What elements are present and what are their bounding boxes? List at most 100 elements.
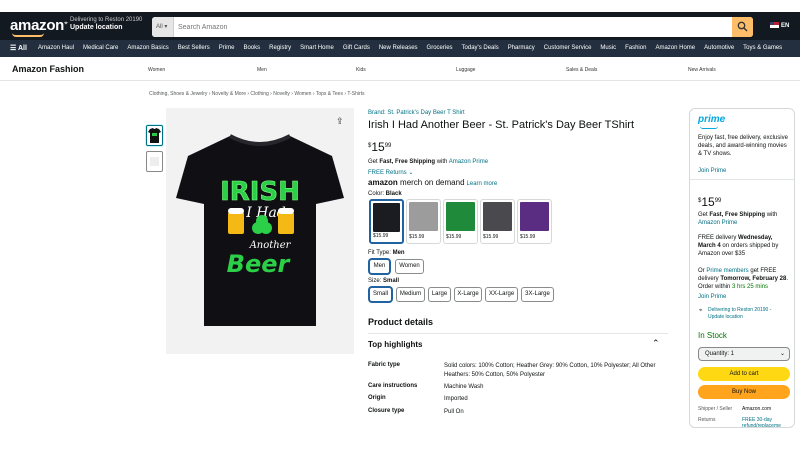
swatch-price: $15.99 [483,234,499,240]
attr-value: Pull On [444,409,464,415]
brand-link[interactable]: Brand: St. Patrick's Day Beer T Shirt [368,110,465,116]
learn-more-link[interactable]: Learn more [467,181,498,187]
subnav-item[interactable]: Gift Cards [343,45,370,51]
subnav-item[interactable]: Music [600,45,616,51]
us-flag-icon [770,22,779,28]
size-label: Size: Small [368,278,400,284]
thumbnail-2[interactable] [146,151,163,172]
prime-logo: prime [698,114,726,125]
image-thumb-icon [150,157,159,166]
join-prime-link[interactable]: Join Prime [698,167,790,175]
fashion-nav-sales[interactable]: Sales & Deals [566,67,597,73]
top-whitespace [0,0,800,12]
subnav-item[interactable]: Best Sellers [178,45,210,51]
fashion-nav-kids[interactable]: Kids [356,67,366,73]
deliver-to-link[interactable]: Delivering to Reston 20190 - Update loca… [708,307,788,321]
attr-key: Origin [368,395,386,401]
shipper-value: Amazon.com [742,406,772,412]
size-option-xxlarge[interactable]: XX-Large [485,287,518,302]
subnav-item[interactable]: New Releases [379,45,418,51]
language-selector[interactable]: EN [770,22,789,29]
fashion-nav-luggage[interactable]: Luggage [456,67,475,73]
prime-blurb: Enjoy fast, free delivery, exclusive dea… [698,135,788,157]
color-swatch[interactable]: $15.99 [443,199,478,244]
buy-now-button[interactable]: Buy Now [698,385,790,399]
size-option-large[interactable]: Large [428,287,451,302]
size-option-medium[interactable]: Medium [396,287,425,302]
search-button[interactable] [732,17,753,37]
shipper-label: Shipper / Seller [698,406,733,412]
free-returns-link[interactable]: FREE Returns ⌄ [368,169,413,176]
subnav-item[interactable]: Registry [269,45,291,51]
swatch-color [446,202,475,231]
search-category-select[interactable]: All ▾ [152,17,174,37]
main-product-image[interactable]: IRISH I Had Another Beer [166,108,354,354]
product-price: $1599 [368,140,392,154]
returns-label: Returns [698,417,716,423]
divider [690,179,794,180]
amazon-prime-link[interactable]: Amazon Prime [449,159,488,165]
subnav-item[interactable]: Groceries [427,45,453,51]
subnav-item[interactable]: Pharmacy [508,45,535,51]
color-swatch[interactable]: $15.99 [480,199,515,244]
add-to-cart-button[interactable]: Add to cart [698,367,790,381]
subnav-item[interactable]: Fashion [625,45,646,51]
top-highlights-heading[interactable]: Top highlights [368,340,423,349]
prime-members-link[interactable]: Prime members [706,268,748,274]
amazon-logo[interactable]: amazon [10,17,64,34]
swatch-color [520,202,549,231]
quantity-select[interactable]: Quantity: 1 ⌄ [698,347,790,361]
all-menu-button[interactable]: ☰ All [10,44,27,52]
tshirt-image: IRISH I Had Another Beer [176,134,344,326]
fit-option-men[interactable]: Men [369,259,390,274]
fashion-title[interactable]: Amazon Fashion [12,64,84,74]
fit-option-women[interactable]: Women [395,259,424,274]
subnav-item[interactable]: Toys & Games [743,45,782,51]
search-input[interactable] [176,17,731,37]
swatch-color [409,202,438,231]
location-pin-icon: ⌖ [64,20,68,27]
amazon-logo-smile [12,33,44,37]
breadcrumb[interactable]: Clothing, Shoes & Jewelry › Novelty & Mo… [149,91,365,97]
size-option-small[interactable]: Small [369,287,392,302]
subnav-item[interactable]: Amazon Haul [38,45,74,51]
color-swatch[interactable]: $15.99 [517,199,552,244]
divider [368,333,668,334]
subnav-item[interactable]: Today's Deals [462,45,499,51]
subnav-item[interactable]: Smart Home [300,45,334,51]
size-option-3xlarge[interactable]: 3X-Large [521,287,554,302]
fashion-nav-men[interactable]: Men [257,67,267,73]
subnav-item[interactable]: Prime [219,45,235,51]
color-swatch[interactable]: $15.99 [369,199,404,244]
fashion-nav-new-arrivals[interactable]: New Arrivals [688,67,716,73]
free-shipping-note: Get Fast, Free Shipping with Amazon Prim… [368,159,489,165]
subnav-items: Amazon Haul Medical Care Amazon Basics Best… [38,45,791,51]
returns-value[interactable]: FREE 30-day refund/replaceme [742,417,792,427]
color-swatch[interactable]: $15.99 [406,199,441,244]
subnav-item[interactable]: Medical Care [83,45,118,51]
subnav-item[interactable]: Customer Service [544,45,592,51]
subnav-item[interactable]: Amazon Basics [127,45,168,51]
shirt-beer-text: Beer [227,250,292,278]
fashion-nav-women[interactable]: Women [148,67,165,73]
subnav-item[interactable]: Automotive [704,45,734,51]
fast-shipping-note: Get Fast, Free Shipping with Amazon Prim… [698,212,778,226]
attr-value: Machine Wash [444,384,484,390]
chevron-up-icon[interactable]: ⌃ [652,338,660,349]
amazon-prime-link[interactable]: Amazon Prime [698,220,737,226]
attr-key: Closure type [368,408,405,414]
size-option-xlarge[interactable]: X-Large [454,287,482,302]
merch-on-demand: amazon merch on demand Learn more [368,178,498,187]
subnav-item[interactable]: Amazon Home [655,45,695,51]
swatch-price: $15.99 [373,233,389,239]
attr-value: Imported [444,396,468,402]
subnav-item[interactable]: Books [243,45,260,51]
buybox-price: $1599 [698,195,722,209]
join-prime-link-2[interactable]: Join Prime [698,293,790,301]
prime-logo-smile [700,126,718,129]
thumbnail-1[interactable] [146,125,163,146]
delivery-estimate: FREE delivery Wednesday, March 4 on orde… [698,235,779,257]
deliver-to[interactable]: ⌖ Delivering to Reston 20190 Update loca… [64,16,142,32]
attr-key: Fabric type [368,362,401,368]
share-icon[interactable]: ⇪ [336,116,344,127]
